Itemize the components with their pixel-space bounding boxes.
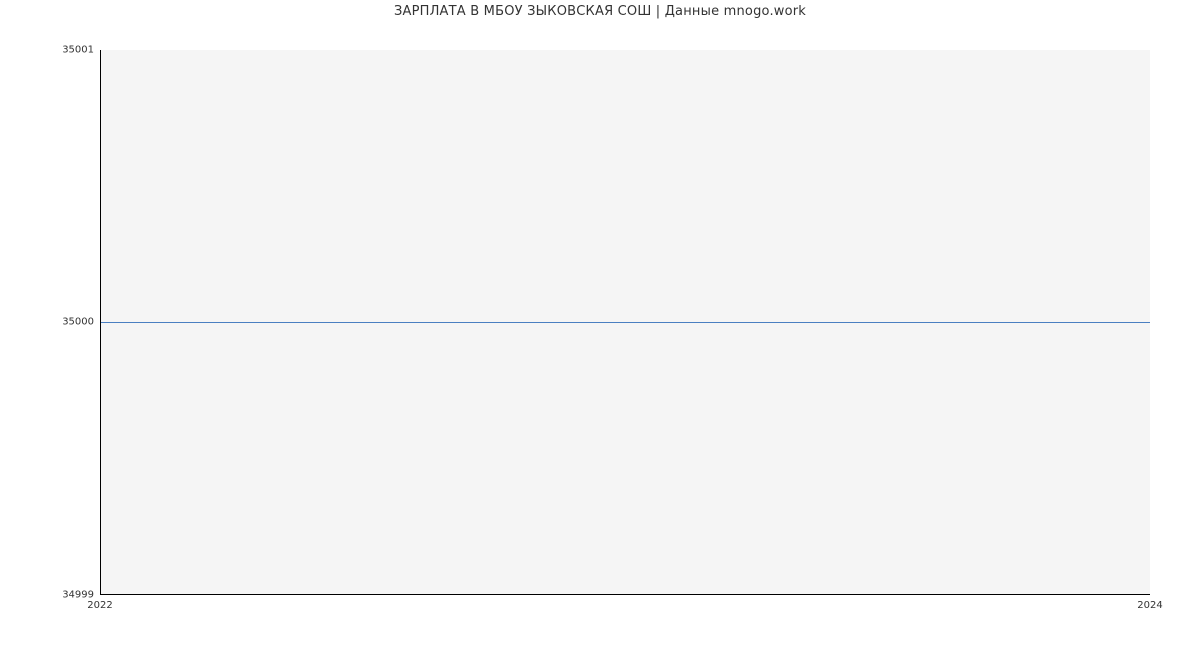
y-tick-35001: 35001 bbox=[62, 45, 94, 56]
x-tick-2022: 2022 bbox=[87, 600, 112, 611]
series-line bbox=[101, 322, 1150, 323]
plot-area bbox=[100, 50, 1150, 595]
salary-line-chart: ЗАРПЛАТА В МБОУ ЗЫКОВСКАЯ СОШ | Данные m… bbox=[0, 0, 1200, 650]
y-tick-34999: 34999 bbox=[62, 590, 94, 601]
y-tick-35000: 35000 bbox=[62, 317, 94, 328]
chart-title: ЗАРПЛАТА В МБОУ ЗЫКОВСКАЯ СОШ | Данные m… bbox=[0, 4, 1200, 19]
x-tick-2024: 2024 bbox=[1137, 600, 1162, 611]
